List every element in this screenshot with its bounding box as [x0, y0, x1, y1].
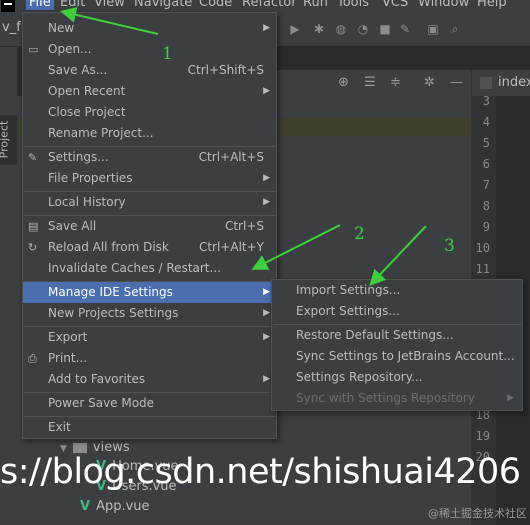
chevron-right-icon: ▶: [263, 197, 270, 207]
menu-item-rename-project[interactable]: Rename Project...: [23, 123, 276, 144]
watermark-small: @稀土掘金技术社区: [428, 507, 527, 520]
menu-item-open[interactable]: ▭ Open...: [23, 39, 276, 60]
menu-item-new-projects-settings[interactable]: New Projects Settings ▶: [23, 303, 276, 324]
menu-item-add-to-favorites[interactable]: Add to Favorites ▶: [23, 369, 276, 390]
line-number: 5: [482, 136, 490, 150]
line-number: 7: [482, 178, 490, 192]
menu-item-print[interactable]: ⎙ Print...: [23, 348, 276, 369]
line-number: 8: [482, 199, 490, 213]
debug-icon[interactable]: ✱: [312, 22, 326, 36]
menu-item-reload-all[interactable]: ↻ Reload All from Disk Ctrl+Alt+Y: [23, 237, 276, 258]
menu-item-open-recent[interactable]: Open Recent ▶: [23, 81, 276, 102]
menu-item-save-as[interactable]: Save As... Ctrl+Shift+S: [23, 60, 276, 81]
wrench-icon: ✎: [28, 151, 38, 164]
submenu-item-export-settings[interactable]: Export Settings...: [272, 301, 522, 322]
search-icon[interactable]: ⌕: [448, 22, 462, 36]
wrench-icon[interactable]: ✎: [398, 22, 412, 36]
menu-item-exit[interactable]: Exit: [23, 417, 276, 438]
file-menu: New ▶ ▭ Open... Save As... Ctrl+Shift+S Ope…: [22, 12, 277, 439]
chevron-right-icon: ▶: [507, 393, 514, 403]
line-number: 9: [482, 220, 490, 234]
minimize-icon[interactable]: —: [450, 75, 463, 90]
breadcrumb[interactable]: v_f: [2, 20, 21, 35]
app-logo-icon: [1, 0, 15, 12]
chevron-right-icon: ▶: [263, 308, 270, 318]
menu-window[interactable]: Window: [418, 0, 469, 10]
expand-all-icon[interactable]: ☰: [364, 75, 376, 90]
menu-run[interactable]: Run: [303, 0, 328, 10]
menu-item-file-properties[interactable]: File Properties ▶: [23, 168, 276, 189]
menu-vcs[interactable]: VCS: [382, 0, 408, 10]
menu-item-export[interactable]: Export ▶: [23, 327, 276, 348]
manage-ide-settings-submenu: Import Settings... Export Settings... Re…: [271, 279, 523, 411]
project-tool-tab[interactable]: Project: [0, 115, 17, 165]
menu-item-local-history[interactable]: Local History ▶: [23, 192, 276, 213]
menu-item-manage-ide-settings[interactable]: Manage IDE Settings ▶: [23, 282, 276, 303]
chevron-right-icon: ▶: [263, 173, 270, 183]
locate-icon[interactable]: ⊕: [338, 75, 349, 90]
line-number: 4: [482, 115, 490, 129]
menu-bar: File Edit View Navigate Code Refactor Ru…: [0, 0, 530, 12]
vue-file-icon: V: [80, 499, 91, 514]
chevron-right-icon: ▶: [263, 23, 270, 33]
project-panel-header: ⊕ ☰ ≑ ✲ —: [276, 70, 471, 96]
menu-edit[interactable]: Edit: [60, 0, 85, 10]
watermark-url: s://blog.csdn.net/shishuai4206: [0, 452, 521, 492]
menu-item-new[interactable]: New ▶: [23, 18, 276, 39]
line-number: 10: [475, 241, 490, 255]
menu-code[interactable]: Code: [199, 0, 232, 10]
coverage-icon[interactable]: ◍: [334, 22, 348, 36]
menu-help[interactable]: Help: [477, 0, 507, 10]
tree-file-app[interactable]: V App.vue: [80, 499, 150, 514]
collapse-all-icon[interactable]: ≑: [390, 75, 401, 90]
chevron-right-icon: ▶: [263, 332, 270, 342]
annotation-label-3: 3: [444, 236, 455, 256]
submenu-item-restore-defaults[interactable]: Restore Default Settings...: [272, 325, 522, 346]
print-icon: ⎙: [28, 352, 37, 365]
editor-tab[interactable]: index: [471, 70, 530, 96]
folder-icon: ▭: [28, 43, 39, 56]
menu-tools[interactable]: Tools: [337, 0, 369, 10]
chevron-right-icon: ▶: [263, 374, 270, 384]
profile-icon[interactable]: ◔: [356, 22, 370, 36]
line-number: 11: [475, 262, 490, 276]
structure-icon[interactable]: ▣: [426, 22, 440, 36]
gear-icon[interactable]: ✲: [424, 75, 435, 90]
editor-tab-label: index: [498, 75, 530, 90]
stop-icon[interactable]: ■: [378, 22, 392, 36]
submenu-item-settings-repository[interactable]: Settings Repository...: [272, 367, 522, 388]
run-icon[interactable]: ▶: [288, 22, 302, 36]
annotation-label-2: 2: [354, 224, 365, 244]
save-icon: ▤: [28, 220, 39, 233]
file-icon: [480, 77, 492, 89]
menu-navigate[interactable]: Navigate: [134, 0, 192, 10]
menu-item-close-project[interactable]: Close Project: [23, 102, 276, 123]
folder-icon: [72, 442, 87, 453]
chevron-right-icon: ▶: [263, 86, 270, 96]
line-number: 19: [475, 429, 490, 443]
menu-file[interactable]: File: [26, 0, 54, 10]
menu-item-invalidate-caches[interactable]: Invalidate Caches / Restart...: [23, 258, 276, 279]
submenu-item-import-settings[interactable]: Import Settings...: [272, 280, 522, 301]
menu-view[interactable]: View: [94, 0, 125, 10]
reload-icon: ↻: [28, 241, 38, 254]
line-number: 3: [482, 94, 490, 108]
annotation-label-1: 1: [162, 44, 173, 64]
line-number: 6: [482, 157, 490, 171]
menu-refactor[interactable]: Refactor: [242, 0, 297, 10]
submenu-item-sync-repository: Sync with Settings Repository ▶: [272, 388, 522, 409]
menu-item-power-save-mode[interactable]: Power Save Mode: [23, 393, 276, 414]
menu-item-save-all[interactable]: ▤ Save All Ctrl+S: [23, 216, 276, 237]
menu-item-settings[interactable]: ✎ Settings... Ctrl+Alt+S: [23, 147, 276, 168]
project-tab-label: Project: [0, 120, 11, 159]
chevron-right-icon: ▶: [263, 287, 270, 297]
submenu-item-sync-jetbrains[interactable]: Sync Settings to JetBrains Account...: [272, 346, 522, 367]
